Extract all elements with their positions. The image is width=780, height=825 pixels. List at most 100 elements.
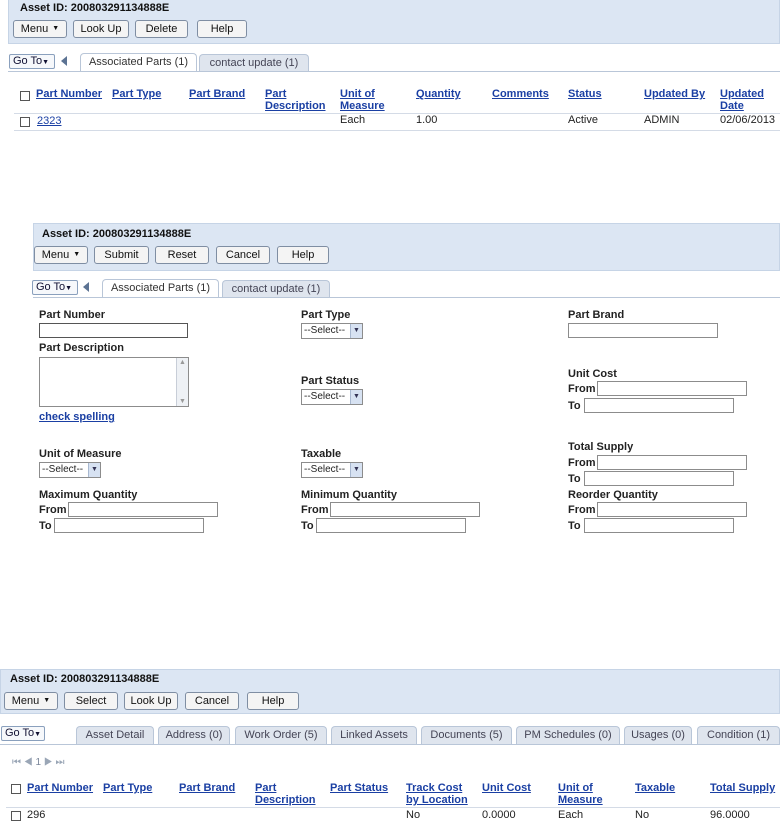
col-label-line1: Part <box>255 782 277 794</box>
textarea-scrollbar[interactable]: ▲ ▼ <box>176 358 188 406</box>
tab-documents[interactable]: Documents (5) <box>421 726 512 744</box>
cancel-button[interactable]: Cancel <box>185 692 239 710</box>
tab-address[interactable]: Address (0) <box>158 726 230 744</box>
scroll-left-icon[interactable] <box>61 56 67 66</box>
col-part-description[interactable]: Part Description <box>255 782 316 806</box>
goto-dropdown[interactable]: Go To▼ <box>32 280 78 295</box>
total-supply-from-label: From <box>568 457 596 469</box>
menu-button[interactable]: Menu ▼ <box>34 246 88 264</box>
lookup-button[interactable]: Look Up <box>73 20 129 38</box>
tab-contact-update[interactable]: contact update (1) <box>199 54 309 72</box>
select-button[interactable]: Select <box>64 692 118 710</box>
help-button[interactable]: Help <box>197 20 247 38</box>
unit-cost-from-input[interactable] <box>597 381 747 396</box>
scroll-left-icon[interactable] <box>83 282 89 292</box>
col-unit-cost[interactable]: Unit Cost <box>482 782 531 794</box>
chevron-down-icon: ▼ <box>350 390 362 404</box>
goto-dropdown[interactable]: Go To▼ <box>9 54 55 69</box>
tab-associated-parts[interactable]: Associated Parts (1) <box>80 53 197 72</box>
tab-contact-update[interactable]: contact update (1) <box>222 280 330 298</box>
unit-cost-to-input[interactable] <box>584 398 734 413</box>
col-part-number[interactable]: Part Number <box>36 88 102 100</box>
maximum-quantity-to-input[interactable] <box>54 518 204 533</box>
cell-part-number[interactable]: 296 <box>27 809 45 821</box>
prev-page-icon[interactable]: ◀ <box>24 757 33 768</box>
tab-condition[interactable]: Condition (1) <box>697 726 780 744</box>
header-divider <box>6 807 780 808</box>
help-button[interactable]: Help <box>247 692 299 710</box>
menu-button[interactable]: Menu ▼ <box>13 20 67 38</box>
goto-dropdown[interactable]: Go To▼ <box>1 726 45 741</box>
col-status[interactable]: Status <box>568 88 602 100</box>
col-part-description[interactable]: Part Description <box>265 88 326 112</box>
taxable-select[interactable]: --Select-- ▼ <box>301 462 363 478</box>
next-page-icon[interactable]: ▶ <box>44 757 53 768</box>
select-all-checkbox[interactable] <box>11 784 21 794</box>
part-brand-input[interactable] <box>568 323 718 338</box>
tab-associated-parts[interactable]: Associated Parts (1) <box>102 279 219 298</box>
select-value: --Select-- <box>304 391 346 402</box>
tab-asset-detail[interactable]: Asset Detail <box>76 726 154 744</box>
chevron-down-icon: ▼ <box>65 285 73 292</box>
col-part-type[interactable]: Part Type <box>103 782 152 794</box>
part-status-select[interactable]: --Select-- ▼ <box>301 389 363 405</box>
maximum-quantity-from-input[interactable] <box>68 502 218 517</box>
col-unit-of-measure[interactable]: Unit of Measure <box>340 88 385 112</box>
col-part-brand[interactable]: Part Brand <box>179 782 235 794</box>
cancel-button[interactable]: Cancel <box>216 246 270 264</box>
part-status-label: Part Status <box>301 375 360 387</box>
part-type-label: Part Type <box>301 309 351 321</box>
col-updated-by[interactable]: Updated By <box>644 88 705 100</box>
tab-usages[interactable]: Usages (0) <box>624 726 692 744</box>
delete-button[interactable]: Delete <box>135 20 188 38</box>
reorder-quantity-to-input[interactable] <box>584 518 734 533</box>
col-unit-of-measure[interactable]: Unit of Measure <box>558 782 603 806</box>
select-all-checkbox[interactable] <box>20 91 30 101</box>
col-track-cost[interactable]: Track Cost by Location <box>406 782 468 806</box>
col-part-type[interactable]: Part Type <box>112 88 161 100</box>
cell-part-number[interactable]: 2323 <box>37 115 61 127</box>
row-checkbox[interactable] <box>20 117 30 127</box>
col-part-brand[interactable]: Part Brand <box>189 88 245 100</box>
asset-title: Asset ID: 200803291134888E <box>20 2 170 14</box>
part-type-select[interactable]: --Select-- ▼ <box>301 323 363 339</box>
reorder-quantity-from-input[interactable] <box>597 502 747 517</box>
cell-unit-of-measure: Each <box>340 114 366 126</box>
minimum-quantity-from-input[interactable] <box>330 502 480 517</box>
col-comments[interactable]: Comments <box>492 88 549 100</box>
col-label-line1: Unit of <box>340 88 375 100</box>
help-button[interactable]: Help <box>277 246 329 264</box>
select-value: --Select-- <box>42 464 84 475</box>
cell-taxable: No <box>635 809 650 821</box>
part-description-textarea[interactable]: ▲ ▼ <box>39 357 189 407</box>
minimum-quantity-to-label: To <box>301 520 314 532</box>
reset-button[interactable]: Reset <box>155 246 209 264</box>
page-number[interactable]: 1 <box>35 757 41 768</box>
chevron-down-icon: ▼ <box>34 731 42 738</box>
part-description-label: Part Description <box>39 342 124 354</box>
col-quantity[interactable]: Quantity <box>416 88 461 100</box>
menu-button[interactable]: Menu ▼ <box>4 692 58 710</box>
tab-linked-assets[interactable]: Linked Assets <box>331 726 417 744</box>
unit-of-measure-select[interactable]: --Select-- ▼ <box>39 462 101 478</box>
tab-pm-schedules[interactable]: PM Schedules (0) <box>516 726 620 744</box>
total-supply-to-input[interactable] <box>584 471 734 486</box>
part-number-input[interactable] <box>39 323 188 338</box>
check-spelling-link[interactable]: check spelling <box>39 411 115 423</box>
select-value: --Select-- <box>304 464 346 475</box>
col-part-number[interactable]: Part Number <box>27 782 93 794</box>
first-page-icon[interactable]: ⏮ <box>12 757 21 768</box>
col-updated-date[interactable]: Updated Date <box>720 88 764 112</box>
col-taxable[interactable]: Taxable <box>635 782 675 794</box>
submit-button[interactable]: Submit <box>94 246 149 264</box>
minimum-quantity-to-input[interactable] <box>316 518 466 533</box>
tab-work-order[interactable]: Work Order (5) <box>235 726 327 744</box>
total-supply-from-input[interactable] <box>597 455 747 470</box>
chevron-down-icon: ▼ <box>52 25 60 33</box>
last-page-icon[interactable]: ⏭ <box>56 757 65 768</box>
chevron-down-icon: ▼ <box>88 463 100 477</box>
col-part-status[interactable]: Part Status <box>330 782 388 794</box>
lookup-button[interactable]: Look Up <box>124 692 178 710</box>
col-total-supply[interactable]: Total Supply <box>710 782 775 794</box>
row-checkbox[interactable] <box>11 811 21 821</box>
